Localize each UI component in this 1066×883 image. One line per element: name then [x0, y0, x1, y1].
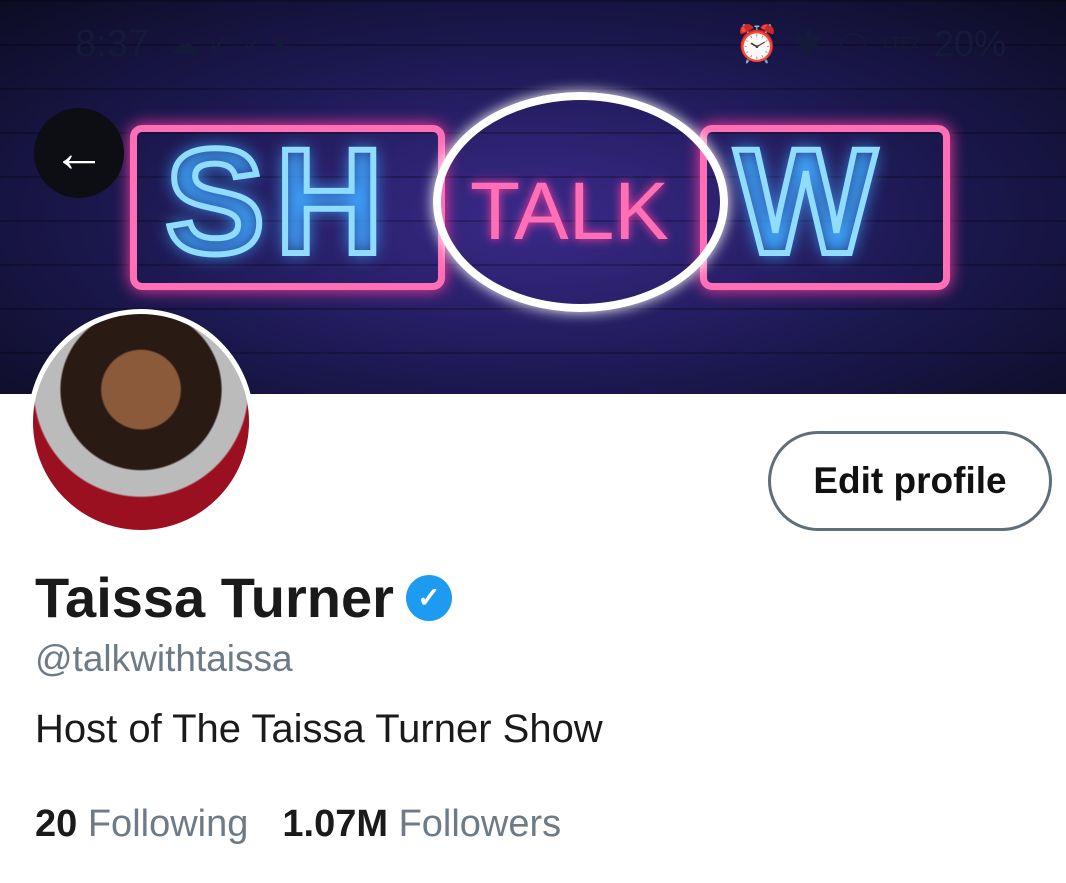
- neon-text-left: SH: [162, 114, 394, 288]
- verified-badge-icon: ✓: [405, 574, 452, 621]
- arrow-left-icon: ←: [52, 123, 106, 183]
- network-label: LTE2: [882, 35, 920, 52]
- alarm-icon: ⏰: [734, 23, 780, 64]
- bluetooth-icon: ✱: [793, 23, 824, 64]
- followers-link[interactable]: 1.07M Followers: [282, 803, 561, 846]
- profile-stats: 20 Following 1.07M Followers: [35, 803, 561, 846]
- profile-name: Taissa Turner: [35, 566, 394, 629]
- profile-name-row: Taissa Turner ✓: [35, 565, 452, 630]
- following-count: 20: [35, 803, 78, 845]
- followers-label: Followers: [398, 803, 562, 845]
- wifi-icon: ◠: [837, 23, 869, 64]
- notification-icons: ☁ ✓ ✓ •: [168, 27, 285, 61]
- battery-percent: 20%: [933, 23, 1006, 64]
- followers-count: 1.07M: [282, 803, 388, 845]
- status-time: 8:37: [75, 22, 149, 65]
- status-bar: 8:37 ☁ ✓ ✓ • ⏰ ✱ ◠ LTE2 20%: [75, 22, 1006, 66]
- profile-handle: @talkwithtaissa: [35, 638, 293, 679]
- back-button[interactable]: ←: [34, 108, 124, 198]
- neon-talk: TALK: [470, 166, 669, 257]
- profile-bio: Host of The Taissa Turner Show: [35, 707, 603, 751]
- neon-text-right: W: [732, 114, 887, 288]
- avatar[interactable]: [28, 309, 254, 535]
- edit-profile-button[interactable]: Edit profile: [768, 431, 1052, 531]
- following-label: Following: [87, 803, 249, 845]
- following-link[interactable]: 20 Following: [35, 803, 248, 846]
